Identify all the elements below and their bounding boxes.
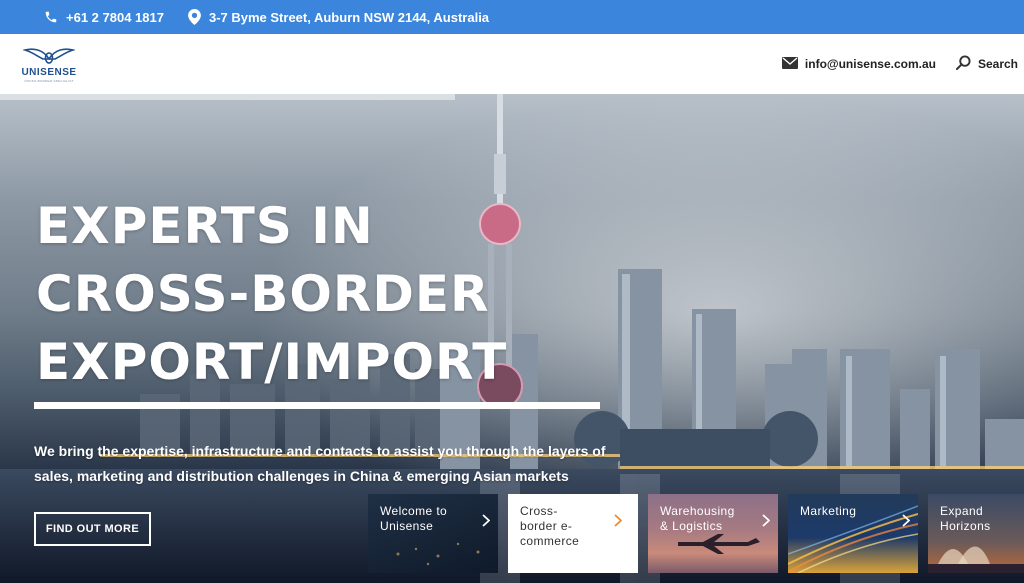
- tile-expand-horizons[interactable]: Expand Horizons: [928, 494, 1024, 573]
- hero-top-highlight: [0, 94, 455, 100]
- address-text: 3-7 Byme Street, Auburn NSW 2144, Austra…: [208, 9, 490, 25]
- tile-label: Marketing: [800, 504, 857, 518]
- logo-name: UNISENSE: [21, 67, 77, 78]
- tile-label: Expand Horizons: [940, 504, 991, 533]
- hero-banner: EXPERTS IN CROSS-BORDER EXPORT/IMPORT We…: [0, 94, 1024, 583]
- hero-headline: EXPERTS IN CROSS-BORDER EXPORT/IMPORT: [36, 192, 616, 396]
- tile-warehousing-logistics[interactable]: Warehousing & Logistics: [648, 494, 778, 573]
- logo-tagline: CROSS-BORDER SPECIALIST: [24, 79, 74, 83]
- header-actions: info@unisense.com.au Search: [781, 55, 1018, 73]
- headline-underline: [34, 402, 600, 409]
- envelope-icon: [781, 56, 798, 72]
- phone-icon: [44, 10, 58, 24]
- search-label: Search: [977, 57, 1018, 71]
- hero-subcopy: We bring the expertise, infrastructure a…: [34, 443, 606, 484]
- headline-line-3: EXPORT/IMPORT: [36, 333, 508, 391]
- tile-label: Warehousing & Logistics: [660, 504, 735, 533]
- search-button[interactable]: Search: [955, 55, 1018, 73]
- phone-number: +61 2 7804 1817: [66, 9, 164, 25]
- email-link[interactable]: info@unisense.com.au: [781, 56, 936, 72]
- email-address: info@unisense.com.au: [804, 57, 936, 71]
- headline-line-2: CROSS-BORDER: [36, 265, 490, 323]
- find-out-more-button[interactable]: FIND OUT MORE: [34, 512, 151, 546]
- tile-marketing[interactable]: Marketing: [788, 494, 918, 573]
- logo-wings-icon: [23, 48, 75, 64]
- phone-link[interactable]: +61 2 7804 1817: [44, 10, 164, 25]
- tile-label: Welcome to Unisense: [380, 504, 448, 533]
- search-icon: [955, 55, 971, 73]
- address-link[interactable]: 3-7 Byme Street, Auburn NSW 2144, Austra…: [188, 9, 489, 25]
- tile-cross-border-ecommerce[interactable]: Cross-border e-commerce: [508, 494, 638, 573]
- top-contact-bar: +61 2 7804 1817 3-7 Byme Street, Auburn …: [0, 0, 1024, 34]
- site-header: UNISENSE CROSS-BORDER SPECIALIST info@un…: [0, 34, 1024, 94]
- tile-welcome[interactable]: Welcome to Unisense: [368, 494, 498, 573]
- site-logo[interactable]: UNISENSE CROSS-BORDER SPECIALIST: [20, 45, 78, 83]
- chevron-right-icon: [614, 514, 623, 531]
- headline-line-1: EXPERTS IN: [36, 197, 374, 255]
- map-pin-icon: [188, 9, 201, 25]
- tile-label: Cross-border e-commerce: [520, 504, 580, 548]
